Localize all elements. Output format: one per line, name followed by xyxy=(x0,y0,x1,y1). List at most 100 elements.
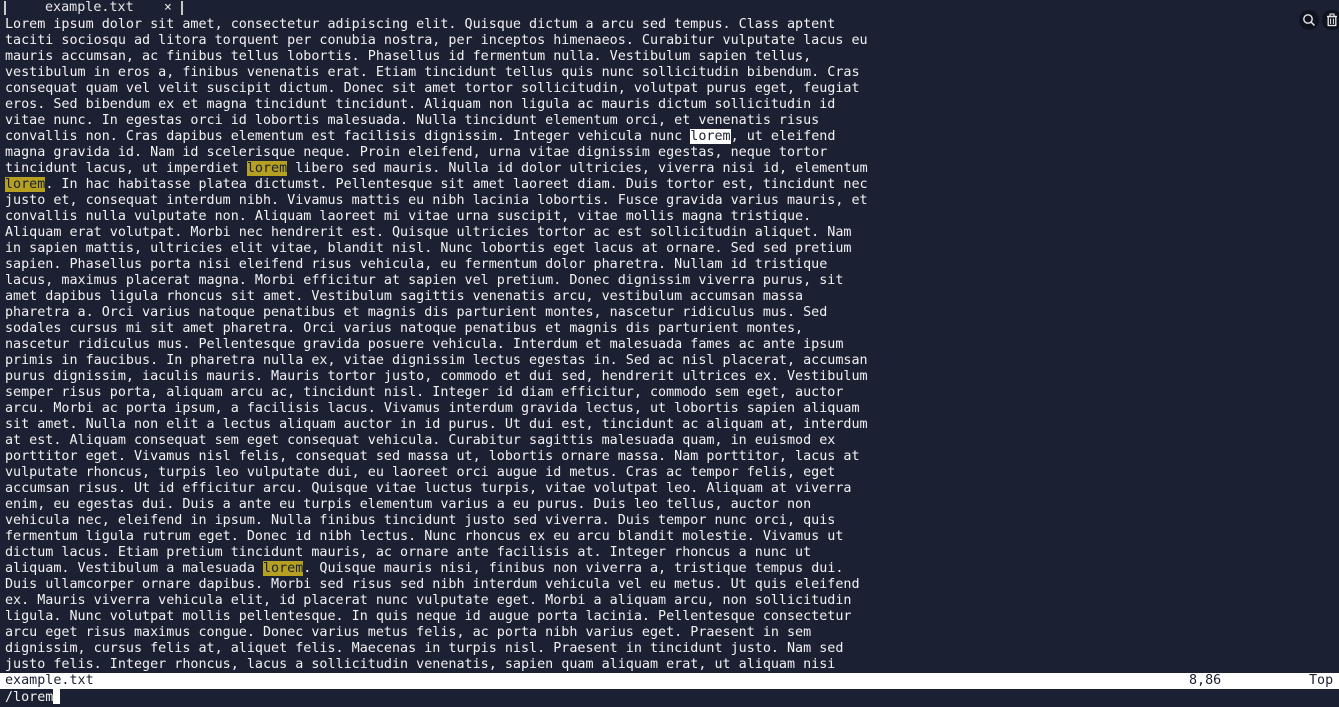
status-scroll-position: Top xyxy=(1309,673,1334,688)
text-segment: aliquam. Vestibulum a malesuada xyxy=(5,561,263,576)
text-segment: pharetra a. Orci varius natoque penatibu… xyxy=(5,305,828,320)
tab-separator xyxy=(4,1,6,15)
text-segment: lacus, maximus placerat magna. Morbi eff… xyxy=(5,273,844,288)
text-segment: primis in faucibus. In pharetra nulla ex… xyxy=(5,353,868,368)
editor-line: tincidunt lacus, ut imperdiet lorem libe… xyxy=(5,161,875,177)
text-segment: consequat quam vel velit suscipit dictum… xyxy=(5,81,860,96)
text-segment: purus dignissim, iaculis mauris. Mauris … xyxy=(5,369,868,384)
text-segment: in sapien mattis, ultricies elit vitae, … xyxy=(5,241,852,256)
text-segment: fermentum ligula rutrum eget. Donec id n… xyxy=(5,529,844,544)
text-segment: sodales cursus mi sit amet pharetra. Orc… xyxy=(5,321,804,336)
editor-line: nascetur ridiculus mus. Pellentesque gra… xyxy=(5,337,875,353)
tab-bar: example.txt × xyxy=(0,0,1339,16)
text-segment: dignissim, cursus felis at, aliquet feli… xyxy=(5,641,844,656)
text-segment: ex. Mauris viverra vehicula elit, id pla… xyxy=(5,593,852,608)
editor-line: amet dapibus ligula rhoncus sit amet. Ve… xyxy=(5,289,875,305)
editor-line: vestibulum in eros a, finibus venenatis … xyxy=(5,65,875,81)
editor-line: ex. Mauris viverra vehicula elit, id pla… xyxy=(5,593,875,609)
tab-separator xyxy=(181,1,183,15)
editor-line: lacus, maximus placerat magna. Morbi eff… xyxy=(5,273,875,289)
text-segment: vehicula nec, eleifend in ipsum. Nulla f… xyxy=(5,513,836,528)
text-segment: magna gravida id. Nam id scelerisque neq… xyxy=(5,145,828,160)
editor-line: Lorem ipsum dolor sit amet, consectetur … xyxy=(5,17,875,33)
editor-line: eros. Sed bibendum ex et magna tincidunt… xyxy=(5,97,875,113)
command-line[interactable]: /lorem xyxy=(5,689,61,706)
text-segment: convallis non. Cras dapibus elementum es… xyxy=(5,129,691,144)
search-match-highlight: lorem xyxy=(246,161,288,176)
tab-title[interactable]: example.txt xyxy=(45,0,134,16)
editor-line: convallis nulla vulputate non. Aliquam l… xyxy=(5,209,875,225)
search-match-highlight: lorem xyxy=(262,561,304,576)
text-segment: accumsan risus. Ut id efficitur arcu. Qu… xyxy=(5,481,852,496)
text-segment: at est. Aliquam consequat sem eget conse… xyxy=(5,433,836,448)
editor-line: porttitor eget. Vivamus nisl felis, cons… xyxy=(5,449,875,465)
status-filename: example.txt xyxy=(5,673,94,688)
editor-line: Duis ullamcorper ornare dapibus. Morbi s… xyxy=(5,577,875,593)
editor-line: arcu. Morbi ac porta ipsum, a facilisis … xyxy=(5,401,875,417)
editor-line: justo et, consequat interdum nibh. Vivam… xyxy=(5,193,875,209)
editor-line: aliquam. Vestibulum a malesuada lorem. Q… xyxy=(5,561,875,577)
text-segment: Aliquam erat volutpat. Morbi nec hendrer… xyxy=(5,225,852,240)
editor-line: fermentum ligula rutrum eget. Donec id n… xyxy=(5,529,875,545)
editor-line: convallis non. Cras dapibus elementum es… xyxy=(5,129,875,145)
text-segment: sit amet. Nulla non elit a lectus aliqua… xyxy=(5,417,868,432)
editor-line: magna gravida id. Nam id scelerisque neq… xyxy=(5,145,875,161)
search-icon[interactable] xyxy=(1299,10,1319,30)
text-segment: nascetur ridiculus mus. Pellentesque gra… xyxy=(5,337,844,352)
text-segment: semper risus porta, aliquam arcu ac, tin… xyxy=(5,385,844,400)
editor-line: dictum lacus. Etiam pretium tincidunt ma… xyxy=(5,545,875,561)
text-segment: mauris accumsan, ac finibus tellus lobor… xyxy=(5,49,812,64)
tab-close-icon[interactable]: × xyxy=(164,0,172,16)
text-segment: enim, eu egestas dui. Duis a ante eu tur… xyxy=(5,497,812,512)
editor-line: sodales cursus mi sit amet pharetra. Orc… xyxy=(5,321,875,337)
text-segment: , ut eleifend xyxy=(730,129,836,144)
current-search-match: lorem xyxy=(690,129,731,144)
text-segment: tincidunt lacus, ut imperdiet xyxy=(5,161,247,176)
text-segment: sapien. Phasellus porta nisi eleifend ri… xyxy=(5,257,828,272)
text-segment: amet dapibus ligula rhoncus sit amet. Ve… xyxy=(5,289,804,304)
text-segment: porttitor eget. Vivamus nisl felis, cons… xyxy=(5,449,860,464)
editor-text-area[interactable]: Lorem ipsum dolor sit amet, consectetur … xyxy=(5,17,875,673)
text-segment: arcu eget risus maximus congue. Donec va… xyxy=(5,625,812,640)
editor-line: taciti sociosqu ad litora torquent per c… xyxy=(5,33,875,49)
text-segment: justo felis. Integer rhoncus, lacus a so… xyxy=(5,657,836,672)
editor-line: sapien. Phasellus porta nisi eleifend ri… xyxy=(5,257,875,273)
text-segment: dictum lacus. Etiam pretium tincidunt ma… xyxy=(5,545,812,560)
text-segment: . Quisque mauris nisi, finibus non viver… xyxy=(303,561,844,576)
text-segment: Lorem ipsum dolor sit amet, consectetur … xyxy=(5,17,836,32)
text-segment: ligula. Nunc volutpat mollis pellentesqu… xyxy=(5,609,852,624)
editor-line: vulputate rhoncus, turpis leo vulputate … xyxy=(5,465,875,481)
text-segment: vulputate rhoncus, turpis leo vulputate … xyxy=(5,465,836,480)
text-segment: eros. Sed bibendum ex et magna tincidunt… xyxy=(5,97,836,112)
search-match-highlight: lorem xyxy=(5,177,46,192)
editor-line: accumsan risus. Ut id efficitur arcu. Qu… xyxy=(5,481,875,497)
text-segment: vestibulum in eros a, finibus venenatis … xyxy=(5,65,860,80)
editor-line: consequat quam vel velit suscipit dictum… xyxy=(5,81,875,97)
editor-line: purus dignissim, iaculis mauris. Mauris … xyxy=(5,369,875,385)
editor-line: vehicula nec, eleifend in ipsum. Nulla f… xyxy=(5,513,875,529)
editor-line: primis in faucibus. In pharetra nulla ex… xyxy=(5,353,875,369)
editor-line: at est. Aliquam consequat sem eget conse… xyxy=(5,433,875,449)
editor-line: justo felis. Integer rhoncus, lacus a so… xyxy=(5,657,875,673)
text-cursor xyxy=(53,689,61,704)
editor-line: in sapien mattis, ultricies elit vitae, … xyxy=(5,241,875,257)
text-segment: . In hac habitasse platea dictumst. Pell… xyxy=(45,177,868,192)
text-segment: convallis nulla vulputate non. Aliquam l… xyxy=(5,209,812,224)
text-segment: Duis ullamcorper ornare dapibus. Morbi s… xyxy=(5,577,860,592)
editor-line: semper risus porta, aliquam arcu ac, tin… xyxy=(5,385,875,401)
editor-line: pharetra a. Orci varius natoque penatibu… xyxy=(5,305,875,321)
editor-line: enim, eu egestas dui. Duis a ante eu tur… xyxy=(5,497,875,513)
editor-line: Aliquam erat volutpat. Morbi nec hendrer… xyxy=(5,225,875,241)
editor-line: ligula. Nunc volutpat mollis pellentesqu… xyxy=(5,609,875,625)
editor-line: mauris accumsan, ac finibus tellus lobor… xyxy=(5,49,875,65)
text-segment: arcu. Morbi ac porta ipsum, a facilisis … xyxy=(5,401,860,416)
trash-icon[interactable] xyxy=(1322,10,1339,30)
text-segment: vitae nunc. In egestas orci id lobortis … xyxy=(5,113,820,128)
status-bar: example.txt 8,86 Top xyxy=(0,673,1339,689)
editor-line: arcu eget risus maximus congue. Donec va… xyxy=(5,625,875,641)
text-segment: taciti sociosqu ad litora torquent per c… xyxy=(5,33,868,48)
text-segment: libero sed mauris. Nulla id dolor ultric… xyxy=(287,161,868,176)
command-line-text: /lorem xyxy=(5,690,54,705)
editor-line: lorem. In hac habitasse platea dictumst.… xyxy=(5,177,875,193)
text-segment: justo et, consequat interdum nibh. Vivam… xyxy=(5,193,868,208)
